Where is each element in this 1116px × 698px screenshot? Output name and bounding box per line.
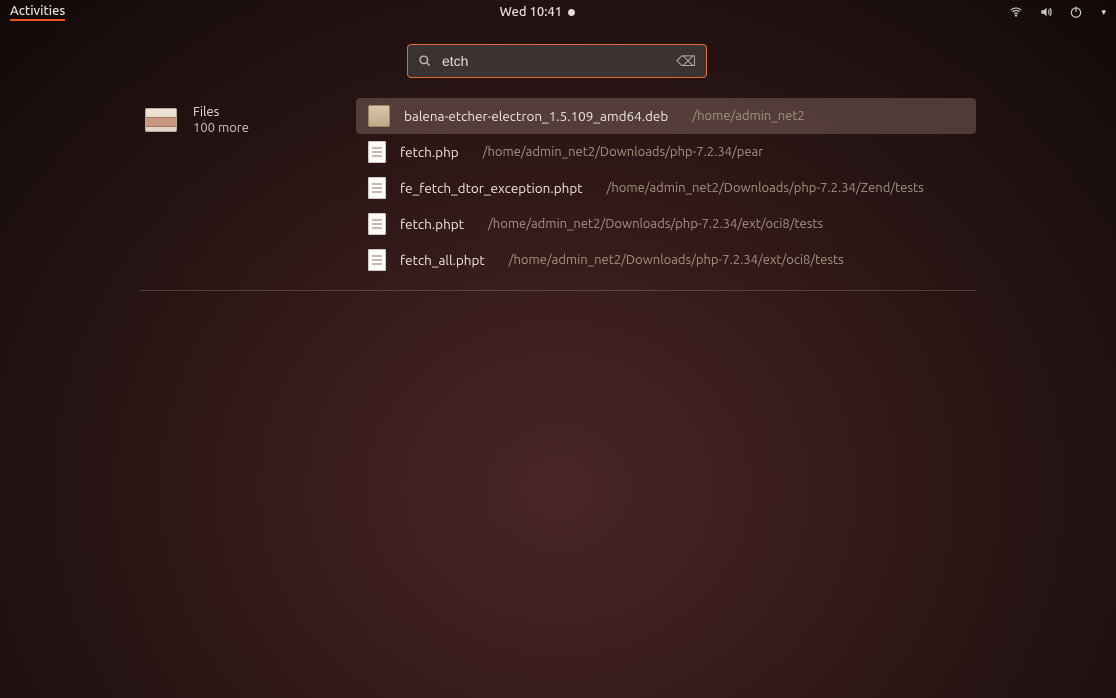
files-icon	[145, 108, 177, 132]
activities-button[interactable]: Activities	[10, 4, 65, 21]
result-path: /home/admin_net2/Downloads/php-7.2.34/ex…	[509, 253, 844, 267]
chevron-down-icon: ▾	[1101, 7, 1106, 18]
category-files[interactable]: Files 100 more	[145, 104, 345, 137]
result-path: /home/admin_net2/Downloads/php-7.2.34/ex…	[488, 217, 823, 231]
document-icon	[368, 141, 386, 163]
result-row[interactable]: balena-etcher-electron_1.5.109_amd64.deb…	[356, 98, 976, 134]
result-path: /home/admin_net2/Downloads/php-7.2.34/Ze…	[607, 181, 924, 195]
result-path: /home/admin_net2/Downloads/php-7.2.34/pe…	[483, 145, 763, 159]
package-icon	[368, 105, 390, 127]
search-field[interactable]: ⌫	[407, 44, 707, 78]
top-bar: Activities Wed 10:41 ▾	[0, 0, 1116, 24]
network-icon	[1009, 5, 1023, 19]
result-row[interactable]: fe_fetch_dtor_exception.phpt/home/admin_…	[356, 170, 976, 206]
results-list: balena-etcher-electron_1.5.109_amd64.deb…	[356, 98, 976, 278]
search-input[interactable]	[442, 53, 666, 69]
search-icon	[418, 54, 432, 68]
system-tray[interactable]: ▾	[1009, 5, 1106, 19]
volume-icon	[1039, 5, 1053, 19]
result-row[interactable]: fetch_all.phpt/home/admin_net2/Downloads…	[356, 242, 976, 278]
result-filename: fetch.php	[400, 144, 459, 160]
document-icon	[368, 213, 386, 235]
clock[interactable]: Wed 10:41	[500, 5, 575, 19]
document-icon	[368, 177, 386, 199]
power-icon	[1069, 5, 1083, 19]
result-path: /home/admin_net2	[692, 109, 804, 123]
section-divider	[140, 290, 976, 291]
clock-label: Wed 10:41	[500, 5, 562, 19]
category-title: Files	[193, 104, 249, 120]
category-subtitle: 100 more	[193, 120, 249, 136]
result-filename: fetch.phpt	[400, 216, 464, 232]
result-row[interactable]: fetch.phpt/home/admin_net2/Downloads/php…	[356, 206, 976, 242]
result-filename: fetch_all.phpt	[400, 252, 485, 268]
document-icon	[368, 249, 386, 271]
result-filename: fe_fetch_dtor_exception.phpt	[400, 180, 583, 196]
result-filename: balena-etcher-electron_1.5.109_amd64.deb	[404, 108, 668, 124]
recording-indicator-icon	[568, 9, 575, 16]
result-row[interactable]: fetch.php/home/admin_net2/Downloads/php-…	[356, 134, 976, 170]
clear-input-icon[interactable]: ⌫	[676, 53, 696, 70]
